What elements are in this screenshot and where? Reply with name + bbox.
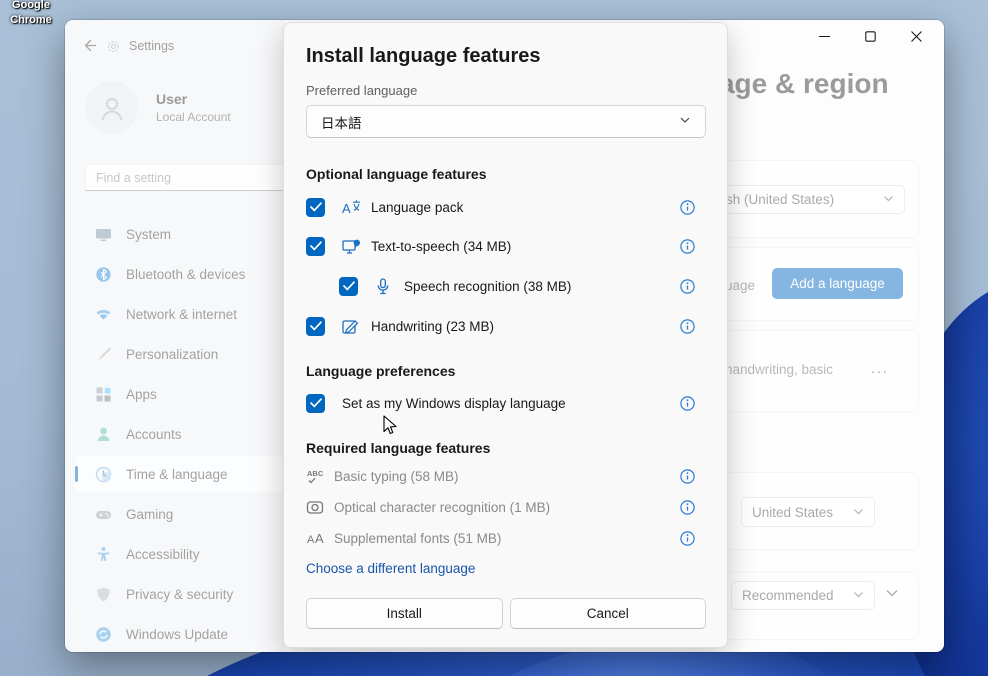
handwriting-icon — [342, 317, 361, 335]
feature-row-speech-recognition: Speech recognition (38 MB) — [306, 274, 706, 298]
feature-label: Optical character recognition (1 MB) — [334, 500, 550, 515]
ocr-icon — [306, 498, 325, 516]
desktop: Google Chrome — [0, 0, 988, 676]
required-row-ocr: Optical character recognition (1 MB) — [306, 495, 706, 519]
preferred-language-select[interactable]: 日本語 — [306, 105, 706, 138]
required-row-supplemental-fonts: AA Supplemental fonts (51 MB) — [306, 526, 706, 550]
info-icon[interactable] — [680, 396, 695, 411]
svg-text:A: A — [342, 201, 351, 216]
install-language-features-dialog: Install language features Preferred lang… — [283, 22, 728, 648]
feature-row-language-pack: A Language pack — [306, 195, 706, 219]
required-row-basic-typing: ABC Basic typing (58 MB) — [306, 464, 706, 488]
minimize-icon — [819, 30, 830, 45]
preferred-language-label: Preferred language — [306, 83, 417, 98]
handwriting-checkbox[interactable] — [306, 317, 325, 336]
desktop-icon-google-chrome[interactable]: Google Chrome — [2, 0, 60, 28]
feature-label: Language pack — [371, 200, 463, 215]
mouse-cursor — [383, 415, 399, 442]
text-to-speech-checkbox[interactable] — [306, 237, 325, 256]
feature-label: Handwriting (23 MB) — [371, 319, 494, 334]
svg-text:ABC: ABC — [307, 469, 324, 478]
microphone-icon — [375, 277, 394, 295]
cancel-button[interactable]: Cancel — [510, 598, 707, 629]
minimize-button[interactable] — [801, 21, 847, 53]
optional-features-heading: Optional language features — [306, 166, 486, 182]
chrome-label-line2: Chrome — [2, 13, 60, 28]
window-caption-buttons — [801, 21, 939, 53]
feature-label: Basic typing (58 MB) — [334, 469, 459, 484]
language-preferences-heading: Language preferences — [306, 363, 455, 379]
chrome-label-line1: Google — [2, 0, 60, 13]
display-language-checkbox[interactable] — [306, 394, 325, 413]
chevron-down-icon — [679, 114, 691, 129]
info-icon[interactable] — [680, 319, 695, 334]
settings-window: Settings User Local Account — [65, 20, 944, 652]
basic-typing-icon: ABC — [306, 467, 325, 485]
choose-different-language-link[interactable]: Choose a different language — [306, 561, 475, 576]
info-icon[interactable] — [680, 500, 695, 515]
text-to-speech-icon — [342, 237, 361, 255]
language-pack-icon: A — [342, 198, 361, 216]
info-icon[interactable] — [680, 279, 695, 294]
language-pack-checkbox[interactable] — [306, 198, 325, 217]
dialog-title: Install language features — [306, 45, 541, 68]
close-icon — [911, 30, 922, 45]
feature-row-handwriting: Handwriting (23 MB) — [306, 314, 706, 338]
feature-label: Text-to-speech (34 MB) — [371, 239, 511, 254]
feature-label: Supplemental fonts (51 MB) — [334, 531, 501, 546]
speech-recognition-checkbox[interactable] — [339, 277, 358, 296]
feature-label: Set as my Windows display language — [342, 396, 566, 411]
info-icon[interactable] — [680, 200, 695, 215]
feature-row-display-language: Set as my Windows display language — [306, 391, 706, 415]
close-button[interactable] — [893, 21, 939, 53]
svg-text:A: A — [315, 531, 324, 546]
info-icon[interactable] — [680, 531, 695, 546]
feature-label: Speech recognition (38 MB) — [404, 279, 571, 294]
install-button[interactable]: Install — [306, 598, 503, 629]
required-features-heading: Required language features — [306, 440, 490, 456]
supplemental-fonts-icon: AA — [306, 529, 325, 547]
select-value: 日本語 — [321, 112, 362, 132]
info-icon[interactable] — [680, 239, 695, 254]
feature-row-text-to-speech: Text-to-speech (34 MB) — [306, 234, 706, 258]
svg-text:A: A — [307, 534, 315, 546]
maximize-icon — [865, 30, 876, 45]
maximize-button[interactable] — [847, 21, 893, 53]
info-icon[interactable] — [680, 469, 695, 484]
